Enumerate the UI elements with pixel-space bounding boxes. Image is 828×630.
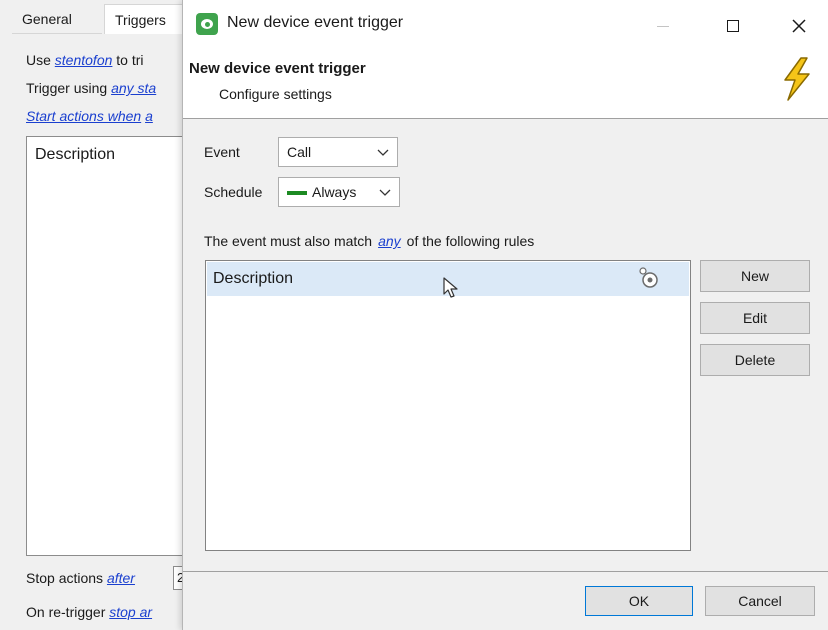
header-subtitle: Configure settings [219,86,332,102]
bg-use-prefix: Use [26,52,51,68]
rules-match-link[interactable]: any [378,233,401,249]
bg-device-link[interactable]: stentofon [55,52,113,68]
close-icon [792,19,806,33]
bg-stop-prefix: Stop actions [26,570,104,586]
edit-rule-button[interactable]: Edit [700,302,810,334]
chevron-down-icon [377,149,389,156]
bg-use-suffix: to tri [116,52,144,68]
schedule-value: Always [312,184,357,200]
bg-retrigger-prefix: On re-trigger [26,604,106,620]
bg-start-link-2[interactable]: a [145,108,153,124]
header-title: New device event trigger [189,60,366,77]
new-rule-button[interactable]: New [700,260,810,292]
schedule-color-swatch [287,191,307,195]
close-button[interactable] [779,10,819,40]
event-dropdown[interactable]: Call [278,137,398,167]
delete-rule-button[interactable]: Delete [700,344,810,376]
dialog-footer: OK Cancel [183,572,828,630]
rules-list[interactable]: Description [205,260,691,551]
schedule-label: Schedule [204,184,263,200]
ok-button[interactable]: OK [585,586,693,616]
rules-header-label: Description [213,270,294,287]
event-label: Event [204,144,240,160]
cancel-button[interactable]: Cancel [705,586,815,616]
mouse-cursor-icon [443,277,458,298]
rules-prefix: The event must also match [204,233,373,249]
bg-retrigger-line: On re-trigger stop ar [26,604,152,620]
bg-trigger-line: Trigger using any sta [26,80,156,96]
bg-trigger-prefix: Trigger using [26,80,108,96]
window-title: New device event trigger [227,14,404,31]
bg-stop-link[interactable]: after [107,570,135,586]
lightning-icon [784,57,810,101]
bg-start-link[interactable]: Start actions when [26,108,141,124]
bg-retrigger-link[interactable]: stop ar [109,604,152,620]
bg-use-line: Use stentofon to tri [26,52,144,68]
rules-instruction: The event must also match any of the follo… [204,233,534,249]
bg-stop-line: Stop actions after [26,570,135,586]
tab-general[interactable]: General [12,4,102,34]
schedule-dropdown[interactable]: Always [278,177,400,207]
chevron-down-icon [379,189,391,196]
settings-icon[interactable] [638,266,660,290]
eye-icon [196,13,218,35]
event-value: Call [287,144,312,160]
bg-description-list[interactable]: Description [26,136,196,556]
title-bar[interactable]: New device event trigger [183,0,828,50]
rules-suffix: of the following rules [406,233,535,249]
bg-description-header: Description [35,146,116,163]
bg-trigger-link[interactable]: any sta [111,80,156,96]
maximize-button[interactable] [713,10,753,40]
bg-start-line: Start actions when a [26,108,153,124]
trigger-dialog: New device event trigger New device even… [182,0,828,630]
dialog-body: Event Call Schedule Always The event mus… [183,119,828,571]
tab-triggers[interactable]: Triggers [104,4,194,34]
minimize-button[interactable] [643,10,683,40]
